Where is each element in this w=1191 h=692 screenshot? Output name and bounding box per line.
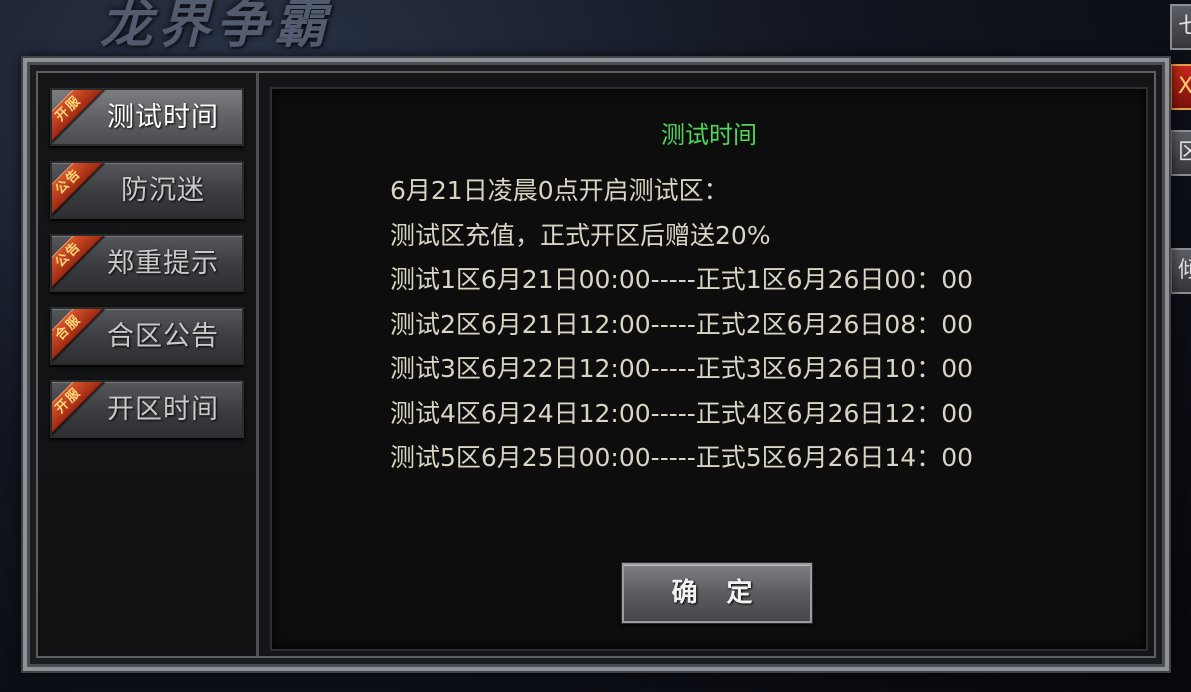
confirm-button[interactable]: 确 定 <box>621 562 813 624</box>
side-button-partial[interactable]: 区 <box>1170 130 1191 176</box>
dialog-body: 开服 测试时间 公告 防沉迷 公告 郑重提示 合服 合区公告 开服 开区时间 测… <box>36 71 1156 658</box>
notice-line: 测试3区6月22日12:00-----正式3区6月26日10：00 <box>390 354 974 383</box>
tab-server-merge[interactable]: 合服 合区公告 <box>50 307 244 365</box>
tab-server-open-time[interactable]: 开服 开区时间 <box>50 380 244 438</box>
notice-line: 测试5区6月25日00:00-----正式5区6月26日14：00 <box>390 443 974 472</box>
side-close-button[interactable]: X <box>1170 64 1191 110</box>
tab-label: 合区公告 <box>107 321 219 352</box>
content-panel: 测试时间 6月21日凌晨0点开启测试区： 测试区充值，正式开区后赠送20% 测试… <box>270 87 1148 651</box>
side-button-partial[interactable]: 倾 <box>1170 248 1191 294</box>
tab-anti-addiction[interactable]: 公告 防沉迷 <box>50 161 244 219</box>
tab-label: 测试时间 <box>107 102 219 133</box>
game-logo: 龙界争霸 <box>100 0 333 55</box>
tab-test-time[interactable]: 开服 测试时间 <box>50 88 244 146</box>
tab-label: 防沉迷 <box>121 175 205 206</box>
side-button-partial[interactable]: 七 <box>1170 4 1191 50</box>
tab-solemn-notice[interactable]: 公告 郑重提示 <box>50 234 244 292</box>
notice-line: 测试区充值，正式开区后赠送20% <box>390 220 771 250</box>
notice-line: 测试2区6月21日12:00-----正式2区6月26日08：00 <box>390 309 974 339</box>
tab-label: 开区时间 <box>107 394 219 425</box>
notice-line: 6月21日凌晨0点开启测试区： <box>390 176 729 205</box>
notice-text: 6月21日凌晨0点开启测试区： 测试区充值，正式开区后赠送20% 测试1区6月2… <box>390 169 973 481</box>
announcement-dialog: 开服 测试时间 公告 防沉迷 公告 郑重提示 合服 合区公告 开服 开区时间 测… <box>21 56 1171 673</box>
notice-line: 测试1区6月21日00:00-----正式1区6月26日00：00 <box>390 265 974 294</box>
content-title: 测试时间 <box>661 121 757 149</box>
tab-label: 郑重提示 <box>107 248 219 279</box>
sidebar: 开服 测试时间 公告 防沉迷 公告 郑重提示 合服 合区公告 开服 开区时间 <box>38 73 259 656</box>
notice-line: 测试4区6月24日12:00-----正式4区6月26日12：00 <box>390 398 974 428</box>
game-screen: 龙界争霸 七 X 区 倾 开服 测试时间 公告 防沉迷 公告 郑重提示 合服 合… <box>0 0 1191 692</box>
